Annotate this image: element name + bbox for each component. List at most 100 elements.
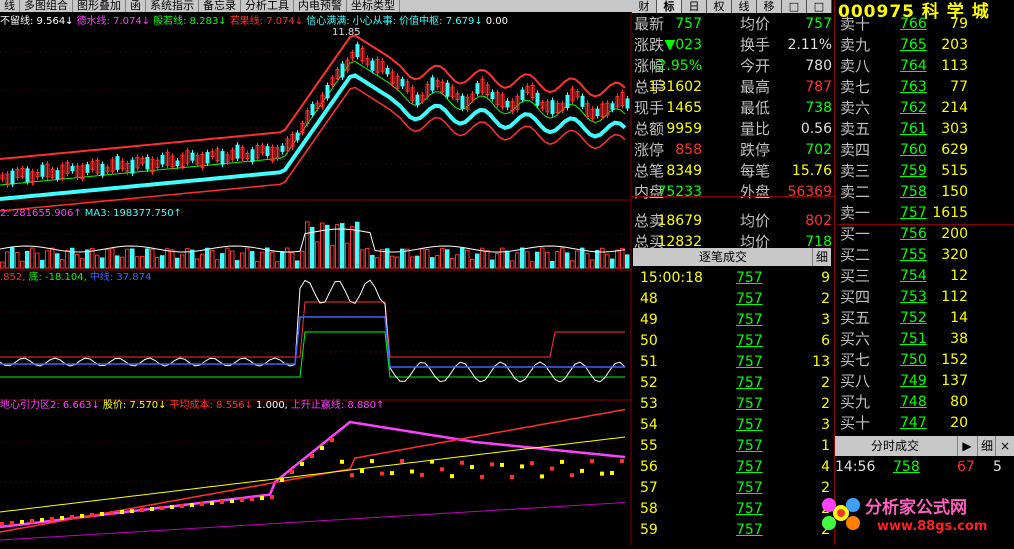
indicator-value: 地心引力区2: 6.663↓ — [0, 400, 100, 411]
order-price[interactable]: 765 — [900, 35, 927, 56]
order-book-row: 卖三 759 515 — [838, 161, 1014, 182]
candlestick — [460, 95, 465, 109]
candlestick — [70, 165, 75, 172]
volume-bar — [570, 260, 575, 269]
indicator-value: 小心从事: 价值中枢: 7.679↓ — [352, 16, 483, 27]
order-price[interactable]: 764 — [900, 56, 927, 77]
quote-value: 0.56 — [800, 121, 832, 137]
minute-trades-title: 分时成交 — [870, 439, 919, 453]
detail-button[interactable]: 细 — [812, 248, 831, 266]
toolbar-item[interactable]: 线 — [0, 0, 20, 12]
volume-bar — [525, 251, 530, 269]
tick-price: 757 — [736, 333, 763, 349]
indicator-value: 上升止赢线: 8.880↑ — [290, 400, 385, 411]
order-price[interactable]: 754 — [900, 266, 927, 287]
play-icon[interactable]: ▶ — [957, 436, 976, 456]
toolbar-item[interactable]: 系统指示 — [146, 0, 199, 12]
indicator-value: 1.000, — [256, 400, 288, 411]
quote-row: 总手 131602 最高 787 — [632, 77, 834, 98]
view-tab[interactable]: 财 — [632, 0, 657, 13]
toolbar-item[interactable]: 函 — [126, 0, 146, 12]
view-tab[interactable]: 移 — [757, 0, 782, 13]
volume-bar — [585, 253, 590, 269]
volume-bar — [0, 261, 5, 269]
order-price[interactable]: 756 — [900, 224, 927, 245]
volume-bar — [85, 249, 90, 269]
volume-bar — [175, 257, 180, 269]
minute-trade-row: 14:56 758 67 5 — [835, 457, 1014, 477]
volume-bar — [200, 253, 205, 269]
order-price[interactable]: 755 — [900, 245, 927, 266]
volume-bar — [335, 224, 340, 269]
toolbar-item[interactable]: 备忘录 — [199, 0, 241, 12]
quote-label: 今开 — [740, 57, 771, 75]
candlestick — [550, 100, 555, 115]
detail-button[interactable]: 细 — [977, 436, 996, 456]
bottom-marker — [280, 478, 284, 482]
volume-bar — [180, 254, 185, 269]
volume-bar — [510, 260, 515, 269]
quote-label: 量比 — [740, 120, 771, 138]
book-divider — [838, 224, 1014, 225]
bottom-marker — [120, 510, 124, 514]
candlestick — [625, 98, 630, 109]
order-price[interactable]: 752 — [900, 308, 927, 329]
quote-row: 总额 9959 量比 0.56 — [632, 119, 834, 140]
view-tab[interactable]: 日 — [682, 0, 707, 13]
tick-volume: 3 — [821, 417, 830, 433]
order-level-label: 买七 — [840, 351, 871, 369]
order-price[interactable]: 762 — [900, 98, 927, 119]
candlestick — [40, 164, 45, 177]
order-level-label: 买九 — [840, 393, 871, 411]
tick-price: 757 — [736, 396, 763, 412]
toolbar-item[interactable]: 坐标类型 — [347, 0, 400, 12]
order-volume: 150 — [941, 184, 968, 200]
volume-bar — [590, 259, 595, 269]
view-tab[interactable]: 线 — [732, 0, 757, 13]
volume-bar — [485, 250, 490, 269]
close-icon[interactable]: × — [995, 436, 1014, 456]
chart-area[interactable]: 不留线: 9.564↓ 德水线: 7.074↓ 般若线: 8.283↓ 若果线: 7.… — [0, 12, 632, 545]
volume-bar — [515, 252, 520, 269]
bottom-marker — [430, 459, 434, 464]
order-book-row: 买四 753 112 — [838, 287, 1014, 308]
volume-bar — [580, 247, 585, 269]
volume-bar — [405, 248, 410, 269]
bottom-marker — [450, 474, 454, 479]
quote-row: 涨跌 ▼023 换手 2.11% — [632, 35, 834, 56]
order-price[interactable]: 760 — [900, 140, 927, 161]
order-volume: 629 — [941, 142, 968, 158]
volume-bar — [360, 249, 365, 269]
order-price[interactable]: 751 — [900, 329, 927, 350]
candlestick — [340, 63, 345, 78]
view-tab[interactable]: □ — [807, 0, 832, 13]
order-price[interactable]: 761 — [900, 119, 927, 140]
order-price[interactable]: 759 — [900, 161, 927, 182]
volume-bar — [20, 260, 25, 269]
order-price[interactable]: 749 — [900, 371, 927, 392]
view-tab[interactable]: 标 — [657, 0, 682, 13]
view-tabs: 财标日权线移 □ □ — [632, 0, 838, 13]
order-price[interactable]: 750 — [900, 350, 927, 371]
view-tab[interactable]: 权 — [707, 0, 732, 13]
order-price[interactable]: 766 — [900, 14, 927, 35]
order-price[interactable]: 757 — [900, 203, 927, 224]
quote-row: 最新 757 均价 757 — [632, 14, 834, 35]
toolbar-item[interactable]: 图形叠加 — [73, 0, 126, 12]
tick-price: 757 — [736, 417, 763, 433]
toolbar-item[interactable]: 分析工具 — [241, 0, 294, 12]
order-price[interactable]: 753 — [900, 287, 927, 308]
toolbar-item[interactable]: 内电预警 — [294, 0, 347, 12]
toolbar-item[interactable]: 多图组合 — [20, 0, 73, 12]
order-price[interactable]: 748 — [900, 392, 927, 413]
volume-bar — [5, 251, 10, 269]
order-price[interactable]: 763 — [900, 77, 927, 98]
order-volume: 1615 — [932, 205, 968, 221]
view-tab[interactable]: □ — [782, 0, 807, 13]
volume-bar — [370, 254, 375, 269]
order-price[interactable]: 758 — [900, 182, 927, 203]
order-price[interactable]: 747 — [900, 413, 927, 434]
volume-bar — [60, 259, 65, 269]
tick-time: 55 — [640, 438, 658, 454]
tick-price: 757 — [736, 480, 763, 496]
